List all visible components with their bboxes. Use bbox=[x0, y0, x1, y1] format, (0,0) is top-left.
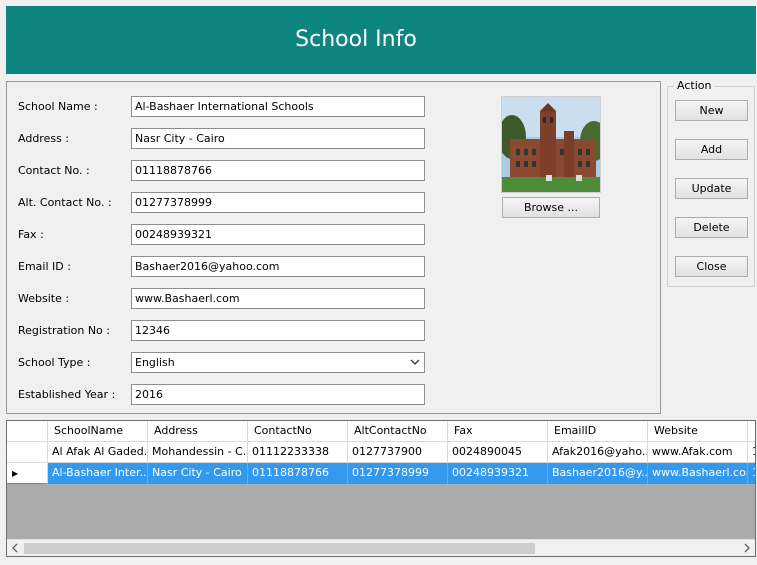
close-button[interactable]: Close bbox=[675, 256, 748, 277]
address-field[interactable]: Nasr City - Cairo bbox=[131, 128, 425, 149]
title-banner: School Info bbox=[6, 6, 756, 74]
chevron-right-icon[interactable] bbox=[740, 541, 754, 556]
column-header-address[interactable]: Address bbox=[148, 421, 248, 442]
established-year-label: Established Year : bbox=[18, 388, 116, 401]
website-label: Website : bbox=[18, 292, 70, 305]
cell-contactno[interactable]: 01118878766 bbox=[248, 463, 348, 484]
column-header-website[interactable]: Website bbox=[648, 421, 748, 442]
email-id-label: Email ID : bbox=[18, 260, 71, 273]
school-form-panel: School Name : Al-Bashaer International S… bbox=[6, 81, 661, 414]
current-row-icon: ▶ bbox=[12, 469, 19, 478]
column-header-overflow bbox=[748, 421, 755, 442]
table-row[interactable]: Al Afak Al Gaded... Mohandessin - C... 0… bbox=[7, 442, 755, 463]
cell-overflow[interactable]: 1 bbox=[748, 442, 755, 463]
cell-schoolname[interactable]: Al Afak Al Gaded... bbox=[48, 442, 148, 463]
column-header-fax[interactable]: Fax bbox=[448, 421, 548, 442]
table-row-selected[interactable]: ▶ Al-Bashaer Inter... Nasr City - Cairo … bbox=[7, 463, 755, 484]
column-header-contactno[interactable]: ContactNo bbox=[248, 421, 348, 442]
contact-no-field[interactable]: 01118878766 bbox=[131, 160, 425, 181]
browse-button[interactable]: Browse ... bbox=[502, 197, 600, 218]
school-name-label: School Name : bbox=[18, 100, 98, 113]
cell-schoolname[interactable]: Al-Bashaer Inter... bbox=[48, 463, 148, 484]
action-group: Action New Add Update Delete Close bbox=[667, 80, 755, 287]
cell-website[interactable]: www.Bashaerl.com bbox=[648, 463, 748, 484]
page-title: School Info bbox=[295, 27, 417, 52]
update-button[interactable]: Update bbox=[675, 178, 748, 199]
cell-fax[interactable]: 0024890045 bbox=[448, 442, 548, 463]
email-id-field[interactable]: Bashaer2016@yahoo.com bbox=[131, 256, 425, 277]
new-button[interactable]: New bbox=[675, 100, 748, 121]
row-header-current[interactable]: ▶ bbox=[7, 463, 48, 484]
scrollbar-thumb[interactable] bbox=[24, 543, 535, 554]
cell-overflow[interactable]: 1 bbox=[748, 463, 755, 484]
column-header-altcontactno[interactable]: AltContactNo bbox=[348, 421, 448, 442]
website-field[interactable]: www.Bashaerl.com bbox=[131, 288, 425, 309]
chevron-left-icon[interactable] bbox=[8, 541, 22, 556]
registration-no-label: Registration No : bbox=[18, 324, 110, 337]
cell-emailid[interactable]: Afak2016@yaho... bbox=[548, 442, 648, 463]
cell-address[interactable]: Nasr City - Cairo bbox=[148, 463, 248, 484]
established-year-field[interactable]: 2016 bbox=[131, 384, 425, 405]
registration-no-field[interactable]: 12346 bbox=[131, 320, 425, 341]
cell-contactno[interactable]: 01112233338 bbox=[248, 442, 348, 463]
school-photo bbox=[501, 96, 601, 193]
grid-corner-cell bbox=[7, 421, 48, 442]
contact-no-label: Contact No. : bbox=[18, 164, 90, 177]
fax-field[interactable]: 00248939321 bbox=[131, 224, 425, 245]
cell-fax[interactable]: 00248939321 bbox=[448, 463, 548, 484]
chevron-down-icon[interactable] bbox=[410, 354, 420, 372]
delete-button[interactable]: Delete bbox=[675, 217, 748, 238]
fax-label: Fax : bbox=[18, 228, 44, 241]
cell-emailid[interactable]: Bashaer2016@y... bbox=[548, 463, 648, 484]
cell-address[interactable]: Mohandessin - C... bbox=[148, 442, 248, 463]
alt-contact-no-label: Alt. Contact No. : bbox=[18, 196, 112, 209]
column-header-schoolname[interactable]: SchoolName bbox=[48, 421, 148, 442]
add-button[interactable]: Add bbox=[675, 139, 748, 160]
horizontal-scrollbar[interactable] bbox=[7, 539, 755, 556]
cell-website[interactable]: www.Afak.com bbox=[648, 442, 748, 463]
cell-altcontactno[interactable]: 01277378999 bbox=[348, 463, 448, 484]
school-type-value: English bbox=[135, 356, 175, 369]
alt-contact-no-field[interactable]: 01277378999 bbox=[131, 192, 425, 213]
row-header[interactable] bbox=[7, 442, 48, 463]
address-label: Address : bbox=[18, 132, 70, 145]
school-type-label: School Type : bbox=[18, 356, 91, 369]
column-header-emailid[interactable]: EmailID bbox=[548, 421, 648, 442]
school-name-field[interactable]: Al-Bashaer International Schools bbox=[131, 96, 425, 117]
grid-header-row: SchoolName Address ContactNo AltContactN… bbox=[7, 421, 755, 442]
cell-altcontactno[interactable]: 0127737900 bbox=[348, 442, 448, 463]
school-type-select[interactable]: English bbox=[131, 352, 425, 373]
schools-data-grid[interactable]: SchoolName Address ContactNo AltContactN… bbox=[6, 420, 756, 557]
action-legend: Action bbox=[674, 80, 715, 92]
